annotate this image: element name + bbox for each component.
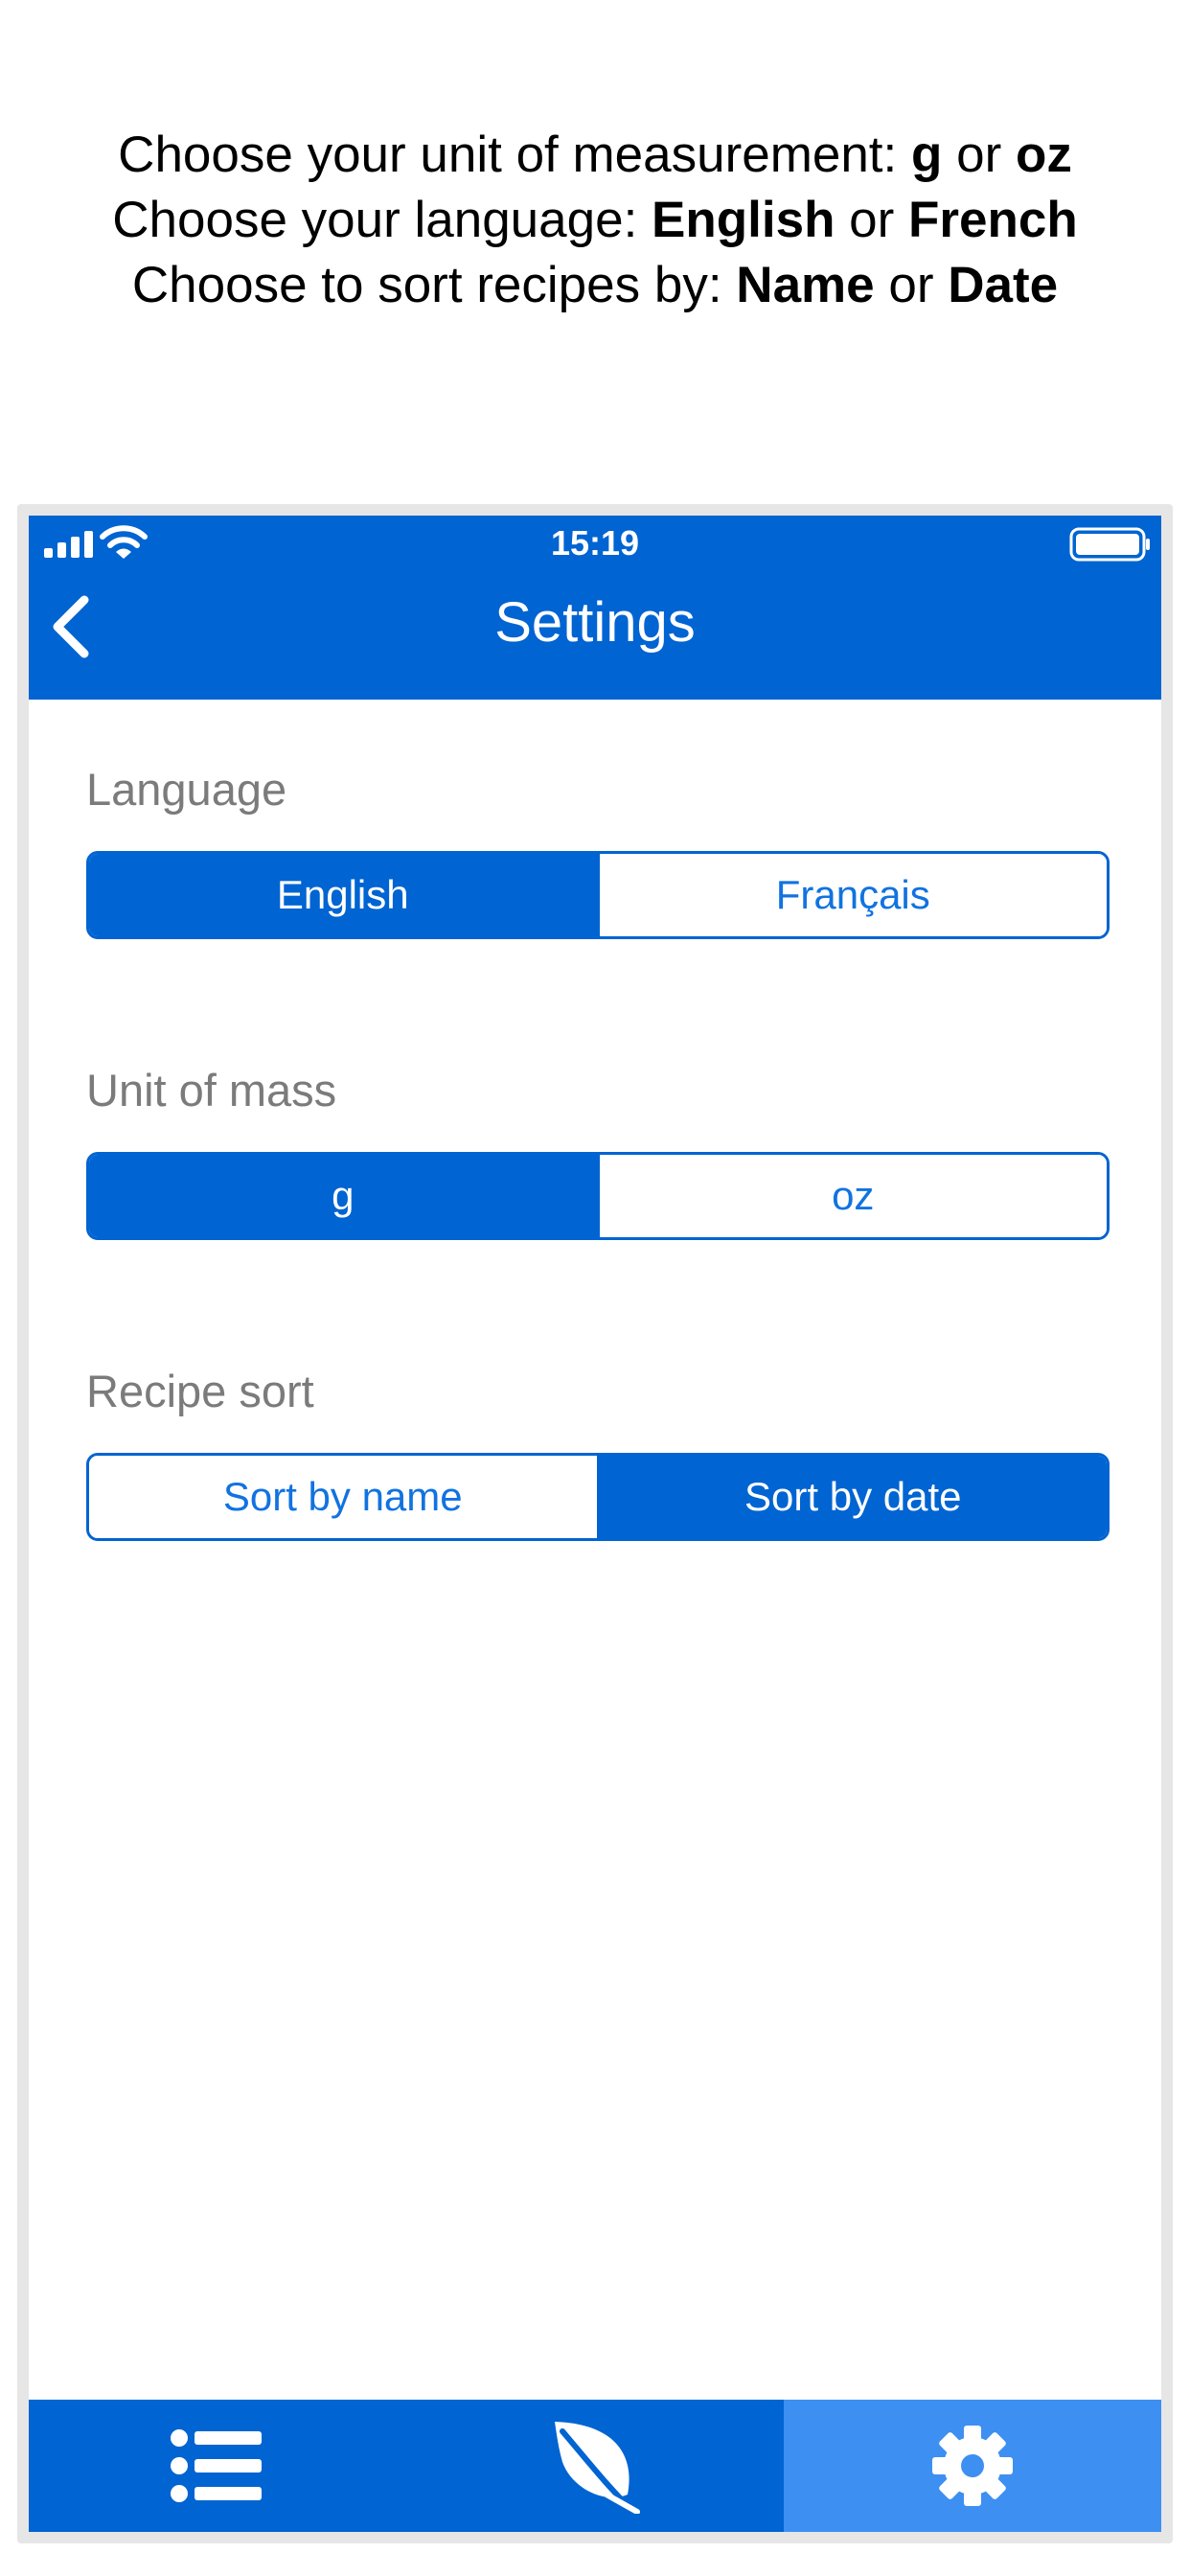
- recipe-sort-label: Recipe sort: [86, 1366, 314, 1416]
- unit-segmented-control: g oz: [86, 1152, 1110, 1240]
- battery-icon: [1069, 527, 1150, 562]
- caption-line-unit-text: Choose your unit of measurement:: [118, 126, 911, 183]
- caption-or: or: [835, 192, 909, 248]
- caption-or: or: [874, 257, 949, 313]
- caption-language-option-french: French: [908, 192, 1078, 248]
- navigation-bar: 15:19 Settings: [29, 516, 1161, 700]
- leaf-icon: [555, 2422, 640, 2514]
- caption-sort-option-name: Name: [736, 257, 875, 313]
- status-time: 15:19: [550, 523, 640, 563]
- caption-sort-option-date: Date: [948, 257, 1059, 313]
- marketing-caption: Choose your unit of measurement: g or oz…: [0, 123, 1190, 318]
- language-option-english[interactable]: English: [89, 854, 597, 936]
- sort-segmented-control: Sort by name Sort by date: [86, 1453, 1110, 1541]
- language-option-francais[interactable]: Français: [596, 854, 1107, 936]
- tab-settings[interactable]: [784, 2400, 1161, 2532]
- language-segmented-control: English Français: [86, 851, 1110, 939]
- tab-ingredients[interactable]: [406, 2400, 784, 2532]
- caption-line-sort: Choose to sort recipes by: Name or Date: [0, 253, 1190, 318]
- tab-bar: [29, 2400, 1161, 2532]
- caption-language-option-english: English: [652, 192, 835, 248]
- sort-option-date[interactable]: Sort by date: [596, 1456, 1107, 1538]
- unit-option-g[interactable]: g: [89, 1155, 597, 1237]
- sort-option-name[interactable]: Sort by name: [89, 1456, 597, 1538]
- gear-icon: [932, 2426, 1013, 2506]
- caption-unit-option-g: g: [911, 126, 943, 183]
- caption-line-language-text: Choose your language:: [112, 192, 652, 248]
- unit-of-mass-label: Unit of mass: [86, 1065, 337, 1116]
- app-screen: 15:19 Settings Language English Français…: [29, 516, 1161, 2532]
- caption-line-unit: Choose your unit of measurement: g or oz: [0, 123, 1190, 188]
- language-label: Language: [86, 764, 287, 815]
- tab-recipe-list[interactable]: [29, 2400, 406, 2532]
- caption-unit-option-oz: oz: [1015, 126, 1072, 183]
- page-title: Settings: [494, 591, 696, 654]
- list-icon: [171, 2429, 262, 2502]
- caption-line-language: Choose your language: English or French: [0, 188, 1190, 253]
- caption-line-sort-text: Choose to sort recipes by:: [131, 257, 737, 313]
- unit-option-oz[interactable]: oz: [596, 1155, 1107, 1237]
- caption-or: or: [942, 126, 1016, 183]
